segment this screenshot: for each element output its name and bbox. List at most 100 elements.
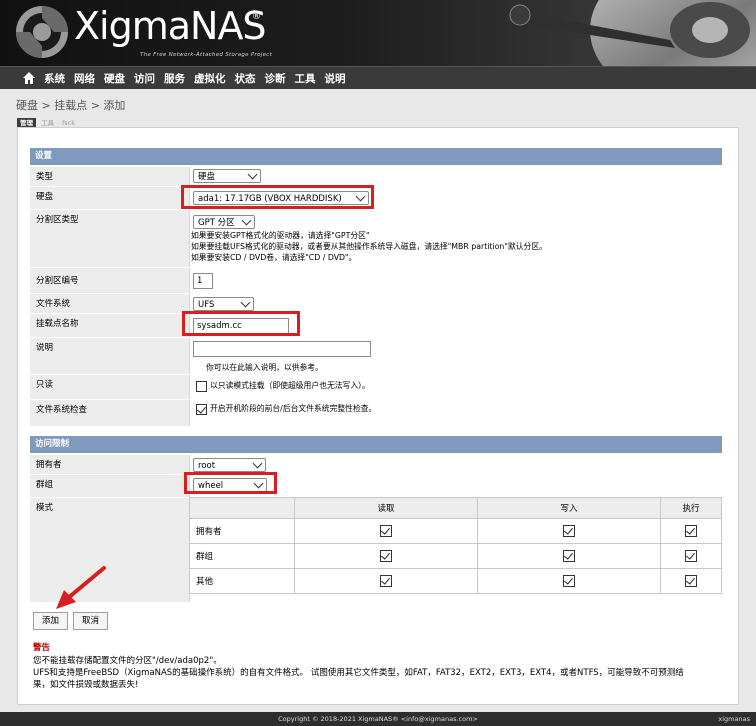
fsck-text: 开启开机阶段的前台/后台文件系统完整性检查。 (210, 404, 377, 413)
permission-col-read: 读取 (294, 497, 478, 519)
partition-number-label: 分割区编号 (36, 276, 79, 286)
nav-item-network[interactable]: 网络 (74, 71, 95, 86)
chevron-down-icon (241, 215, 252, 226)
readonly-checkbox[interactable] (196, 381, 207, 392)
checkmark-icon (381, 550, 390, 560)
group-read-checkbox[interactable] (380, 550, 392, 562)
readonly-text: 以只读模式挂载（即使超级用户也无法写入）。 (210, 381, 370, 390)
checkmark-icon (564, 550, 573, 560)
main-nav: 系统 网络 硬盘 访问 服务 虚拟化 状态 诊断 工具 说明 (0, 66, 756, 90)
filesystem-select-value: UFS (198, 300, 215, 310)
others-exec-checkbox[interactable] (685, 575, 697, 587)
permission-row-label: 群组 (189, 543, 295, 569)
description-input[interactable] (193, 341, 371, 357)
row-partition-number: 分割区编号 1 (30, 267, 722, 293)
description-hint: 你可以在此输入说明，以供参考。 (206, 363, 323, 372)
red-arrow-icon (56, 566, 106, 609)
warning-line-1: 您不能挂载存储配置文件的分区"/dev/ada0p2"。 (33, 656, 222, 666)
row-fsck: 文件系统检查 开启开机阶段的前台/后台文件系统完整性检查。 (30, 399, 722, 426)
nav-item-access[interactable]: 访问 (134, 71, 155, 86)
partition-type-label: 分割区类型 (36, 215, 79, 225)
type-select[interactable]: 硬盘 (193, 169, 261, 183)
row-readonly: 只读 以只读模式挂载（即使超级用户也无法写入）。 (30, 374, 722, 399)
permission-row-owner: 拥有者 (189, 518, 722, 544)
warning-title: 警告 (33, 643, 51, 653)
owner-select[interactable]: root (193, 458, 266, 472)
breadcrumb: 硬盘 > 挂载点 > 添加 (16, 99, 126, 112)
footer: Copyright © 2018-2021 XigmaNAS® <info@xi… (0, 712, 756, 726)
highlight-box-group (184, 472, 277, 494)
warning-line-3: 果，如文件损毁或数据丢失! (33, 680, 139, 690)
owner-label: 拥有者 (36, 460, 62, 470)
brand-name: XigmaNAS (74, 4, 267, 48)
checkmark-icon (381, 575, 390, 585)
partition-type-hint-mbr: 如果要挂载UFS格式化的驱动器，或者要从其他操作系统导入磁盘，请选择"MBR p… (191, 242, 547, 251)
row-type: 类型 硬盘 (30, 166, 722, 186)
fsck-label: 文件系统检查 (36, 405, 88, 415)
owner-write-checkbox[interactable] (563, 525, 575, 537)
group-label: 群组 (36, 480, 54, 490)
type-label: 类型 (36, 172, 54, 182)
checkmark-icon (564, 525, 573, 535)
nav-item-tools[interactable]: 工具 (295, 71, 316, 86)
owner-exec-checkbox[interactable] (685, 525, 697, 537)
row-owner: 拥有者 root (30, 454, 722, 474)
permission-row-label: 其他 (189, 568, 295, 594)
permission-row-label: 拥有者 (189, 518, 295, 544)
filesystem-select[interactable]: UFS (193, 297, 254, 311)
others-read-checkbox[interactable] (380, 575, 392, 587)
nav-item-system[interactable]: 系统 (44, 71, 65, 86)
others-write-checkbox[interactable] (563, 575, 575, 587)
fsck-checkbox[interactable] (196, 404, 207, 415)
partition-type-select[interactable]: GPT 分区 (193, 215, 255, 229)
home-icon[interactable] (22, 71, 36, 85)
xigmanas-logo-icon (16, 6, 68, 58)
cancel-button[interactable]: 取消 (73, 612, 108, 630)
type-select-value: 硬盘 (198, 172, 216, 182)
mount-name-label: 挂载点名称 (36, 319, 79, 329)
checkmark-icon (686, 525, 695, 535)
footer-copyright: Copyright © 2018-2021 XigmaNAS® <info@xi… (278, 715, 478, 723)
nav-item-disks[interactable]: 硬盘 (104, 71, 125, 86)
brand-tagline: The Free Network-Attached Storage Projec… (140, 52, 273, 58)
brand-reg-mark: ® (252, 12, 261, 22)
row-filesystem: 文件系统 UFS (30, 293, 722, 313)
settings-section-header: 设置 (30, 148, 722, 165)
nav-item-diagnostics[interactable]: 诊断 (265, 71, 286, 86)
nav-item-services[interactable]: 服务 (164, 71, 185, 86)
filesystem-label: 文件系统 (36, 299, 71, 309)
footer-hostname: xigmanas (718, 715, 750, 723)
nav-item-virtualization[interactable]: 虚拟化 (194, 71, 226, 86)
partition-number-input[interactable]: 1 (193, 273, 213, 289)
nav-item-help[interactable]: 说明 (325, 71, 346, 86)
group-exec-checkbox[interactable] (685, 550, 697, 562)
permission-row-group: 群组 (189, 543, 722, 569)
partition-type-hint-gpt: 如果要安装GPT格式化的驱动器，请选择"GPT分区" (191, 231, 370, 240)
permission-col-exec: 执行 (660, 497, 722, 519)
chevron-down-icon (240, 297, 251, 308)
header-banner: XigmaNAS ® The Free Network-Attached Sto… (0, 0, 756, 66)
group-write-checkbox[interactable] (563, 550, 575, 562)
checkmark-icon (381, 525, 390, 535)
row-description: 说明 你可以在此输入说明，以供参考。 (30, 337, 722, 374)
row-mount-name: 挂载点名称 sysadm.cc (30, 313, 722, 337)
partition-type-hint-cd: 如果要安装CD / DVD卷，请选择"CD / DVD"。 (191, 253, 357, 262)
add-button[interactable]: 添加 (33, 612, 68, 630)
row-partition-type: 分割区类型 GPT 分区 如果要安装GPT格式化的驱动器，请选择"GPT分区" … (30, 209, 722, 267)
partition-type-select-value: GPT 分区 (198, 218, 235, 228)
disk-label: 硬盘 (36, 192, 54, 202)
owner-read-checkbox[interactable] (380, 525, 392, 537)
permission-grid: 读取 写入 执行 拥有者 群组 其他 (189, 497, 722, 594)
mode-label: 模式 (36, 503, 54, 513)
checkmark-icon (686, 550, 695, 560)
readonly-label: 只读 (36, 380, 54, 390)
nav-item-status[interactable]: 状态 (235, 71, 256, 86)
hard-drive-illustration (505, 0, 756, 66)
highlight-box-mount-name (182, 311, 300, 336)
checkmark-icon (197, 404, 206, 414)
warning-line-2: UFS和支持是FreeBSD（XigmaNAS的基础操作系统）的自有文件格式。 … (33, 668, 684, 678)
permission-row-others: 其他 (189, 568, 722, 594)
checkmark-icon (564, 575, 573, 585)
chevron-down-icon (252, 458, 263, 469)
row-disk: 硬盘 ada1: 17.17GB (VBOX HARDDISK) (30, 186, 722, 209)
